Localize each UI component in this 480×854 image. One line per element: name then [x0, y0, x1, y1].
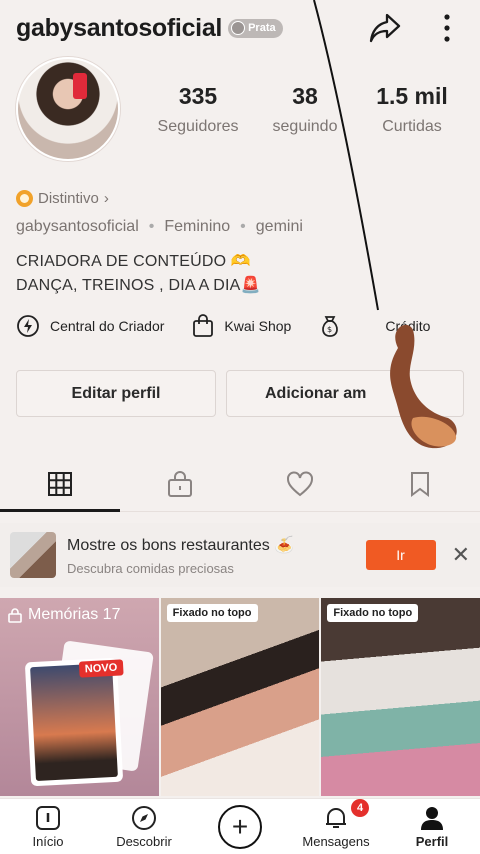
bottom-navigation: Início Descobrir + 4 Mensagens Perfil: [0, 798, 480, 854]
pinned-tag: Fixado no topo: [327, 604, 419, 622]
meta-sign: gemini: [255, 218, 303, 235]
meta-separator: •: [240, 218, 246, 235]
grid-icon: [48, 471, 72, 496]
stat-label: Curtidas: [382, 117, 442, 135]
notification-badge: 4: [351, 799, 369, 817]
pinned-post-1[interactable]: Fixado no topo: [160, 598, 320, 796]
bio-line-1: CRIADORA DE CONTEÚDO 🫶: [16, 253, 252, 270]
meta-gender: Feminino: [164, 218, 231, 235]
tab-private[interactable]: [120, 456, 240, 511]
edit-profile-button[interactable]: Editar perfil: [16, 370, 216, 417]
profile-bio: CRIADORA DE CONTEÚDO 🫶 DANÇA, TREINOS , …: [16, 250, 261, 298]
home-icon: [36, 805, 60, 830]
nav-create[interactable]: +: [192, 799, 288, 854]
memories-header: Memórias 17: [8, 606, 120, 624]
kwai-shop-button[interactable]: Kwai Shop: [192, 314, 291, 338]
memories-tile[interactable]: Memórias 17 NOVO: [0, 598, 159, 796]
distintivo-icon: [16, 190, 33, 207]
person-icon: [421, 806, 443, 830]
post-grid: Memórias 17 NOVO Fixado no topo Fixado n…: [0, 598, 480, 796]
promo-title: Mostre os bons restaurantes 🍝: [67, 536, 295, 554]
creator-center-button[interactable]: Central do Criador: [16, 314, 164, 338]
promo-banner: Mostre os bons restaurantes 🍝 Descubra c…: [0, 523, 480, 587]
avatar[interactable]: [16, 57, 120, 161]
stat-followers[interactable]: 335 Seguidores: [148, 83, 248, 136]
shortcut-label: Kwai Shop: [224, 318, 292, 334]
memory-card: NOVO: [24, 657, 124, 787]
nav-home[interactable]: Início: [0, 799, 96, 854]
stat-value: 1.5 mil: [376, 82, 448, 109]
svg-text:$: $: [327, 325, 332, 334]
nav-label: Perfil: [415, 833, 449, 849]
pinned-tag: Fixado no topo: [166, 604, 258, 622]
stat-label: seguindo: [272, 117, 338, 135]
tab-saved[interactable]: [360, 456, 480, 511]
money-bag-icon: $: [322, 316, 339, 337]
medal-icon: [231, 21, 246, 35]
nav-label: Mensagens: [302, 833, 370, 849]
bell-icon: [326, 807, 346, 828]
pinned-post-2[interactable]: Fixado no topo: [321, 598, 480, 796]
credit-button[interactable]: $ Crédito: [319, 314, 430, 338]
level-badge-label: Prata: [248, 22, 276, 34]
lock-icon: [8, 608, 22, 623]
heart-icon: [287, 471, 313, 496]
meta-separator: •: [148, 218, 155, 235]
stat-likes[interactable]: 1.5 mil Curtidas: [362, 83, 462, 136]
new-badge: NOVO: [78, 659, 124, 678]
stat-following[interactable]: 38 seguindo: [255, 83, 355, 136]
level-badge[interactable]: Prata: [228, 18, 283, 38]
meta-name: gabysantosoficial: [16, 218, 139, 235]
stat-value: 335: [178, 82, 218, 109]
profile-header: gabysantosoficial Prata: [0, 0, 480, 56]
distintivo-link[interactable]: Distintivo ›: [16, 190, 109, 207]
lock-icon: [168, 470, 192, 497]
share-icon[interactable]: [368, 11, 402, 45]
profile-meta: gabysantosoficial • Feminino • gemini: [16, 218, 303, 236]
profile-stats: 335 Seguidores 38 seguindo 1.5 mil Curti…: [148, 83, 464, 136]
shortcut-label: Central do Criador: [50, 318, 165, 334]
lightning-icon: [17, 315, 39, 337]
promo-go-button[interactable]: Ir: [365, 540, 436, 570]
profile-tabs: [0, 456, 480, 512]
profile-summary: 335 Seguidores 38 seguindo 1.5 mil Curti…: [16, 56, 464, 162]
memory-photo: [30, 662, 118, 782]
phone-graphic: [73, 73, 87, 99]
memories-label: Memórias 17: [28, 606, 121, 623]
tab-posts[interactable]: [0, 456, 120, 512]
shopping-bag-icon: [193, 314, 214, 337]
promo-subtitle: Descubra comidas preciosas: [67, 560, 234, 576]
chevron-right-icon: ›: [103, 190, 109, 207]
promo-thumbnail: [10, 532, 56, 578]
nav-label: Descobrir: [116, 833, 172, 849]
bookmark-icon: [411, 471, 429, 497]
distintivo-label: Distintivo: [38, 190, 99, 207]
nav-profile[interactable]: Perfil: [384, 799, 480, 854]
stat-value: 38: [292, 82, 318, 109]
stat-label: Seguidores: [157, 117, 239, 135]
bio-line-2: DANÇA, TREINOS , DIA A DIA🚨: [16, 277, 261, 294]
tab-liked[interactable]: [240, 456, 360, 511]
nav-discover[interactable]: Descobrir: [96, 799, 192, 854]
close-icon[interactable]: ✕: [452, 542, 470, 568]
nav-messages[interactable]: 4 Mensagens: [288, 799, 384, 854]
more-options-icon[interactable]: [430, 11, 464, 45]
add-friends-button[interactable]: Adicionar am: [226, 370, 464, 417]
compass-icon: [132, 805, 156, 830]
shortcut-label: Crédito: [385, 318, 431, 334]
profile-username: gabysantosoficial: [16, 13, 223, 42]
nav-label: Início: [32, 833, 64, 849]
profile-actions: Editar perfil Adicionar am: [16, 370, 464, 417]
creator-shortcuts: Central do Criador Kwai Shop $ Crédito: [16, 314, 480, 338]
plus-icon: +: [218, 804, 262, 849]
